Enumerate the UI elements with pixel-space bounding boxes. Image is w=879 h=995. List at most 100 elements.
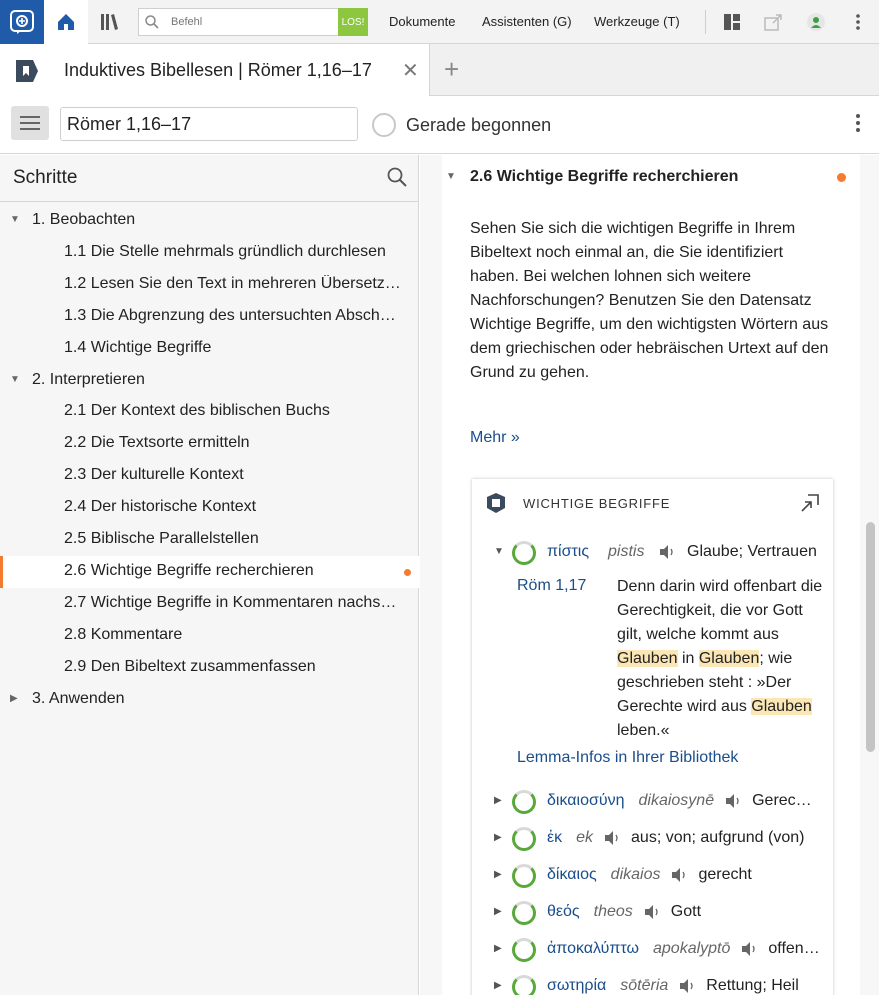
tree-item[interactable]: 2.7 Wichtige Begriffe in Kommentaren nac… (0, 588, 419, 620)
guide-more-options-icon[interactable] (848, 110, 868, 136)
key-terms-card: WICHTIGE BEGRIFFE ▼ πίστις pistis Glaube… (472, 479, 833, 995)
card-title: WICHTIGE BEGRIFFE (523, 496, 671, 511)
progress-ring-icon (512, 938, 536, 962)
term-row[interactable]: ▶ ἐκ ek aus; von; aufgrund (von) (472, 825, 833, 853)
tree-item-label: 1.2 Lesen Sie den Text in mehreren Übers… (64, 274, 404, 292)
close-tab-icon[interactable]: ✕ (402, 58, 419, 83)
menu-documents[interactable]: Dokumente (389, 14, 455, 29)
library-button[interactable] (88, 0, 132, 44)
tree-item[interactable]: 2.6 Wichtige Begriffe recherchieren (0, 555, 419, 588)
term-row[interactable]: ▶ σωτηρία sōtēria Rettung; Heil (472, 973, 833, 995)
panel-menu-button[interactable] (11, 106, 49, 140)
verse-reference-link[interactable]: Röm 1,17 (517, 577, 586, 595)
go-button[interactable]: LOS! (338, 8, 368, 36)
term-lemma[interactable]: δικαιοσύνη (547, 792, 625, 810)
tree-group[interactable]: ▼ 1. Beobachten (0, 205, 419, 237)
guide-tab[interactable]: Induktives Bibellesen | Römer 1,16–17 ✕ (0, 44, 430, 96)
popout-button[interactable] (762, 10, 786, 34)
tree-group[interactable]: ▶ 3. Anwenden (0, 684, 419, 716)
highlighted-word: Glauben (751, 698, 812, 715)
tree-item[interactable]: 2.3 Der kulturelle Kontext (0, 460, 419, 492)
term-row[interactable]: ▶ δικαιοσύνη dikaiosynē Gerechtigkeit (472, 788, 833, 816)
term-lemma[interactable]: σωτηρία (547, 977, 606, 995)
term-gloss: offenbaren (768, 940, 820, 957)
collapsed-caret-icon[interactable]: ▶ (494, 832, 502, 843)
content-scrollbar[interactable] (866, 522, 875, 752)
term-lemma[interactable]: ἀποκαλύπτω (547, 940, 639, 958)
command-input[interactable] (171, 11, 336, 33)
term-row[interactable]: ▶ θεός theos Gott (472, 899, 833, 927)
search-icon[interactable] (386, 166, 408, 188)
collapsed-caret-icon[interactable]: ▶ (494, 943, 502, 954)
reference-input[interactable] (60, 107, 358, 141)
tree-item[interactable]: 2.8 Kommentare (0, 620, 419, 652)
user-button[interactable] (804, 10, 828, 34)
lemma-info-link[interactable]: Lemma-Infos in Ihrer Bibliothek (517, 749, 738, 767)
expand-caret-icon[interactable]: ▼ (494, 546, 504, 557)
expanded-caret-icon[interactable]: ▼ (10, 374, 20, 385)
term-lemma[interactable]: πίστις (547, 543, 589, 561)
toolbar-divider (705, 10, 706, 34)
collapsed-caret-icon[interactable]: ▶ (494, 869, 502, 880)
speaker-icon[interactable] (643, 904, 661, 920)
speaker-icon[interactable] (603, 830, 621, 846)
term-row[interactable]: ▶ δίκαιος dikaios gerecht (472, 862, 833, 890)
sidebar-title: Schritte (13, 167, 78, 188)
home-button[interactable] (44, 0, 88, 44)
highlighted-word: Glauben (617, 650, 678, 667)
speaker-icon[interactable] (658, 544, 676, 560)
tab-title: Induktives Bibellesen | Römer 1,16–17 (64, 60, 372, 80)
term-gloss: Glaube; Vertrauen (687, 543, 817, 560)
progress-circle-icon[interactable] (372, 113, 396, 137)
collapsed-caret-icon[interactable]: ▶ (494, 980, 502, 991)
collapsed-caret-icon[interactable]: ▶ (10, 693, 18, 704)
app-logo-button[interactable] (0, 0, 44, 44)
section-panel: ▼ 2.6 Wichtige Begriffe recherchieren Se… (442, 155, 860, 995)
speaker-icon[interactable] (670, 867, 688, 883)
tree-item[interactable]: 2.1 Der Kontext des biblischen Buchs (0, 396, 419, 428)
new-tab-button[interactable]: + (444, 54, 459, 85)
term-gloss: Rettung; Heil (706, 977, 799, 994)
more-link[interactable]: Mehr » (470, 429, 520, 447)
tree-item[interactable]: 1.4 Wichtige Begriffe (0, 333, 419, 365)
collapse-caret-icon[interactable]: ▼ (446, 171, 456, 182)
term-row[interactable]: ▶ ἀποκαλύπτω apokalyptō offenbaren (472, 936, 833, 964)
verse-segment: in (677, 650, 699, 667)
status-dot (837, 173, 846, 182)
tree-item[interactable]: 1.1 Die Stelle mehrmals gründlich durchl… (0, 237, 419, 269)
collapsed-caret-icon[interactable]: ▶ (494, 795, 502, 806)
tree-item-label: 2. Interpretieren (32, 370, 145, 388)
tree-item-label: 1.1 Die Stelle mehrmals gründlich durchl… (64, 242, 386, 260)
section-title[interactable]: 2.6 Wichtige Begriffe recherchieren (470, 168, 738, 186)
speaker-icon[interactable] (740, 941, 758, 957)
verse-text: Denn darin wird offenbart die Gerechtigk… (617, 575, 827, 743)
tree-item-label: 3. Anwenden (32, 689, 125, 707)
tree-item[interactable]: 2.2 Die Textsorte ermitteln (0, 428, 419, 460)
term-lemma[interactable]: ἐκ (547, 829, 562, 847)
layout-grid-icon (724, 14, 740, 30)
tree-item[interactable]: 2.4 Der historische Kontext (0, 492, 419, 524)
progress-ring-icon (512, 541, 536, 565)
tree-group[interactable]: ▼ 2. Interpretieren (0, 365, 419, 397)
speaker-icon[interactable] (678, 978, 696, 994)
library-books-icon (101, 14, 118, 30)
expand-icon[interactable] (801, 494, 819, 512)
term-row-expanded[interactable]: ▼ πίστις pistis Glaube; Vertrauen (472, 539, 833, 567)
tree-item[interactable]: 1.3 Die Abgrenzung des untersuchten Absc… (0, 301, 419, 333)
tree-item[interactable]: 2.5 Biblische Parallelstellen (0, 524, 419, 556)
collapsed-caret-icon[interactable]: ▶ (494, 906, 502, 917)
section-instructions: Sehen Sie sich die wichtigen Begriffe in… (470, 220, 829, 381)
menu-guides[interactable]: Assistenten (G) (482, 14, 572, 29)
menu-tools[interactable]: Werkzeuge (T) (594, 14, 680, 29)
tree-item[interactable]: 1.2 Lesen Sie den Text in mehreren Übers… (0, 269, 419, 301)
term-lemma[interactable]: θεός (547, 903, 580, 921)
tree-item[interactable]: 2.9 Den Bibeltext zusammenfassen (0, 652, 419, 684)
speaker-icon[interactable] (724, 793, 742, 809)
more-options-icon[interactable] (846, 10, 870, 34)
term-transliteration: apokalyptō (653, 940, 731, 957)
layouts-button[interactable] (720, 10, 744, 34)
expanded-caret-icon[interactable]: ▼ (10, 214, 20, 225)
term-lemma[interactable]: δίκαιος (547, 866, 597, 884)
term-transliteration: pistis (608, 543, 645, 560)
progress-label: Gerade begonnen (406, 115, 552, 135)
